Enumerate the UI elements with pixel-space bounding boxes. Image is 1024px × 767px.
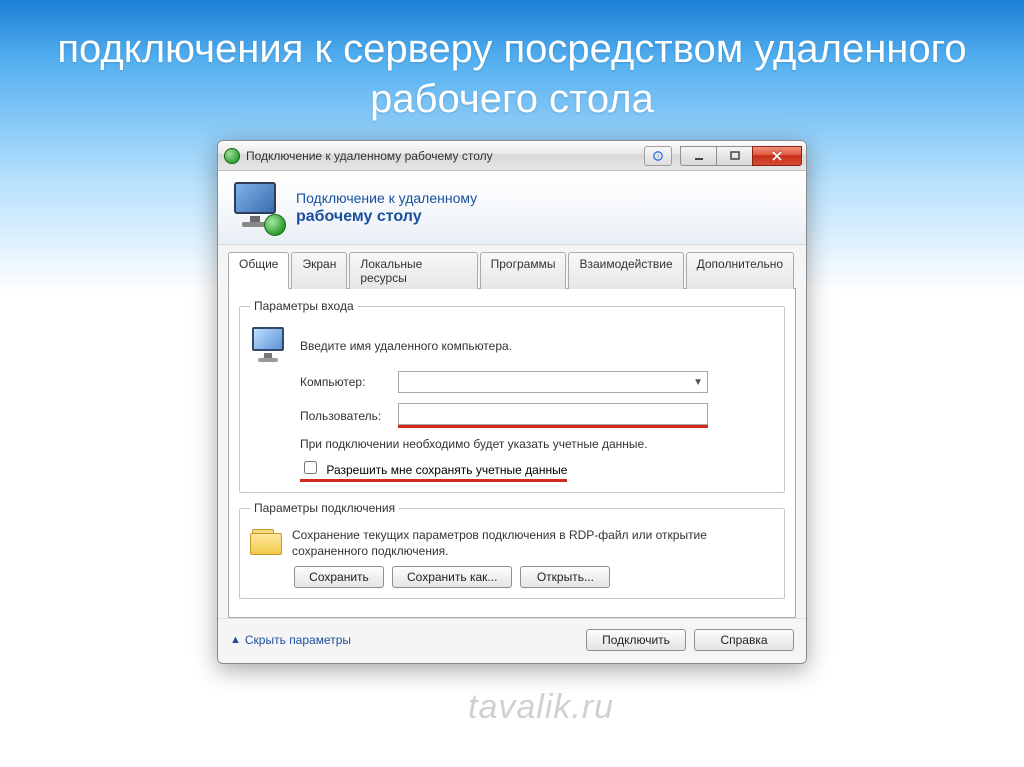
watermark: tavalik.ru <box>468 688 614 727</box>
help-button[interactable]: Справка <box>694 629 794 651</box>
caret-up-icon: ▲ <box>230 634 241 646</box>
login-note: При подключении необходимо будет указать… <box>300 436 774 452</box>
folder-icon <box>250 529 284 557</box>
help-icon-button[interactable]: ? <box>644 146 672 166</box>
svg-text:?: ? <box>657 153 660 160</box>
hide-options-label: Скрыть параметры <box>245 633 351 647</box>
tabs: Общие Экран Локальные ресурсы Программы … <box>228 252 796 289</box>
footer: ▲ Скрыть параметры Подключить Справка <box>218 618 806 663</box>
minimize-button[interactable] <box>680 146 716 166</box>
user-label: Пользователь: <box>300 409 390 423</box>
maximize-button[interactable] <box>716 146 752 166</box>
hide-options-link[interactable]: ▲ Скрыть параметры <box>230 633 351 647</box>
tab-programs[interactable]: Программы <box>480 252 567 289</box>
close-button[interactable] <box>752 146 802 166</box>
tab-panel-general: Параметры входа Введите имя удаленного к… <box>228 288 796 618</box>
login-group: Параметры входа Введите имя удаленного к… <box>239 299 785 493</box>
login-prompt: Введите имя удаленного компьютера. <box>300 339 512 353</box>
remote-desktop-icon <box>230 180 286 236</box>
chevron-down-icon: ▼ <box>693 377 703 388</box>
save-as-button[interactable]: Сохранить как... <box>392 566 512 588</box>
open-button[interactable]: Открыть... <box>520 566 610 588</box>
connection-group: Параметры подключения Сохранение текущих… <box>239 501 785 598</box>
slide-title: подключения к серверу посредством удален… <box>0 0 1024 134</box>
login-legend: Параметры входа <box>250 299 358 313</box>
window-title: Подключение к удаленному рабочему столу <box>246 149 644 163</box>
computer-label: Компьютер: <box>300 375 390 389</box>
tab-advanced[interactable]: Дополнительно <box>686 252 794 289</box>
tab-general[interactable]: Общие <box>228 252 289 289</box>
banner-line1: Подключение к удаленному <box>296 190 477 206</box>
tab-experience[interactable]: Взаимодействие <box>568 252 683 289</box>
save-credentials-checkbox[interactable] <box>304 461 317 474</box>
user-field[interactable] <box>398 403 708 425</box>
connection-desc: Сохранение текущих параметров подключени… <box>292 527 774 559</box>
banner: Подключение к удаленному рабочему столу <box>218 171 806 245</box>
app-icon <box>224 148 240 164</box>
banner-line2: рабочему столу <box>296 208 477 226</box>
save-button[interactable]: Сохранить <box>294 566 384 588</box>
titlebar[interactable]: Подключение к удаленному рабочему столу … <box>218 141 806 171</box>
connection-legend: Параметры подключения <box>250 501 399 515</box>
connect-button[interactable]: Подключить <box>586 629 686 651</box>
tab-local-resources[interactable]: Локальные ресурсы <box>349 252 477 289</box>
tab-display[interactable]: Экран <box>291 252 347 289</box>
save-credentials-label: Разрешить мне сохранять учетные данные <box>326 463 567 477</box>
computer-combobox[interactable]: ▼ <box>398 371 708 393</box>
rdp-window: Подключение к удаленному рабочему столу … <box>217 140 807 664</box>
computer-icon <box>250 325 292 367</box>
